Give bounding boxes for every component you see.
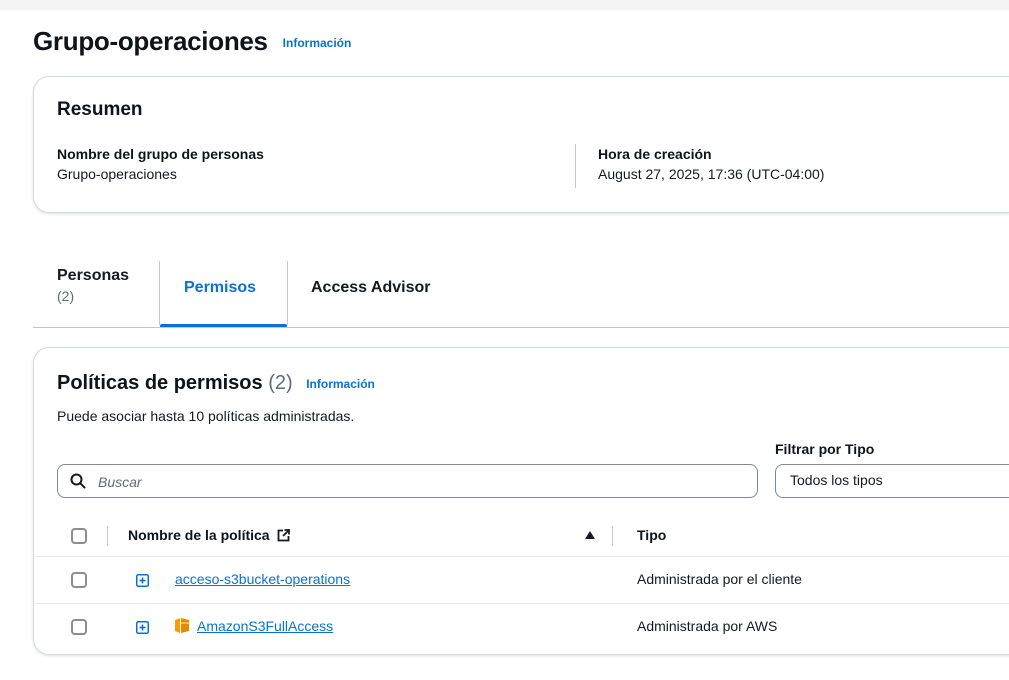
table-row: AmazonS3FullAccess Administrada por AWS xyxy=(34,604,1009,650)
table-row: acceso-s3bucket-operations Administrada … xyxy=(34,557,1009,604)
permissions-count: (2) xyxy=(268,372,293,394)
policy-link[interactable]: acceso-s3bucket-operations xyxy=(175,571,350,587)
row-checkbox[interactable] xyxy=(71,619,87,635)
tab-separator xyxy=(287,261,288,325)
tab-bar: Personas (2) Permisos Access Advisor xyxy=(33,258,1009,328)
expand-icon[interactable] xyxy=(136,621,149,634)
permissions-title-text: Políticas de permisos xyxy=(57,372,263,394)
tab-personas-count: (2) xyxy=(57,288,75,304)
expand-icon[interactable] xyxy=(136,574,149,587)
select-all-checkbox[interactable] xyxy=(71,528,87,544)
tab-access-advisor[interactable]: Access Advisor xyxy=(311,279,430,349)
policy-type: Administrada por AWS xyxy=(637,618,778,634)
column-header-type[interactable]: Tipo xyxy=(637,527,666,543)
column-separator xyxy=(107,526,108,546)
creation-time-label: Hora de creación xyxy=(598,146,712,162)
summary-card: Resumen Nombre del grupo de personas Gru… xyxy=(33,76,1009,213)
policy-type: Administrada por el cliente xyxy=(637,571,802,587)
summary-title: Resumen xyxy=(57,99,143,120)
group-name-label: Nombre del grupo de personas xyxy=(57,146,264,162)
aws-managed-icon xyxy=(175,618,189,633)
row-checkbox[interactable] xyxy=(71,572,87,588)
permissions-card: Políticas de permisos (2) Información Pu… xyxy=(33,347,1009,655)
filter-type-label: Filtrar por Tipo xyxy=(775,441,875,457)
sort-ascending-icon[interactable] xyxy=(584,529,596,541)
tab-permisos-label: Permisos xyxy=(184,279,257,296)
creation-time-field: Hora de creación August 27, 2025, 17:36 … xyxy=(598,144,824,184)
permissions-description: Puede asociar hasta 10 políticas adminis… xyxy=(57,408,355,424)
tab-permisos[interactable]: Permisos xyxy=(160,258,287,328)
tab-bar-divider xyxy=(33,327,1009,328)
group-name-value: Grupo-operaciones xyxy=(57,166,177,182)
permissions-info-link[interactable]: Información xyxy=(306,377,375,391)
permissions-title: Políticas de permisos (2) Información xyxy=(57,372,375,395)
column-header-policy-name-label: Nombre de la política xyxy=(128,527,270,543)
search-box xyxy=(57,464,758,498)
top-bar-edge xyxy=(0,0,1009,10)
page-info-link[interactable]: Información xyxy=(283,36,352,50)
page-title: Grupo-operaciones Información xyxy=(33,26,351,57)
tab-separator xyxy=(159,261,160,325)
tab-personas-label: Personas xyxy=(57,267,130,284)
page-title-text: Grupo-operaciones xyxy=(33,26,268,56)
table-header: Nombre de la política Tipo xyxy=(34,514,1009,557)
policy-link[interactable]: AmazonS3FullAccess xyxy=(197,618,333,634)
search-input[interactable] xyxy=(96,470,740,494)
group-name-field: Nombre del grupo de personas Grupo-opera… xyxy=(57,144,264,184)
creation-time-value: August 27, 2025, 17:36 (UTC-04:00) xyxy=(598,166,825,182)
column-header-policy-name[interactable]: Nombre de la política xyxy=(128,527,291,543)
external-link-icon xyxy=(278,529,291,542)
type-filter-select[interactable]: Todos los tipos xyxy=(775,464,1009,498)
column-separator xyxy=(612,526,613,546)
search-icon xyxy=(70,473,86,489)
summary-divider xyxy=(575,144,576,188)
tab-access-advisor-label: Access Advisor xyxy=(311,279,431,296)
